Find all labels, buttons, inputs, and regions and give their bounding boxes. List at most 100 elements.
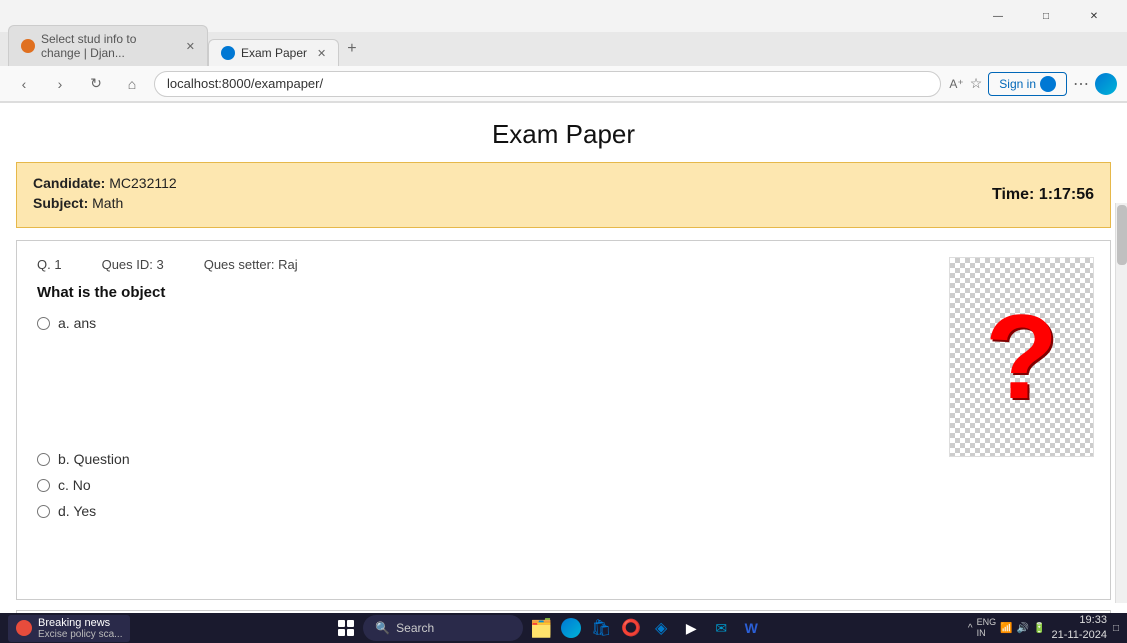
win-quad-3 — [338, 629, 345, 636]
maximize-button[interactable]: □ — [1023, 1, 1069, 31]
win-quad-4 — [347, 629, 354, 636]
notification-icon[interactable]: □ — [1113, 623, 1119, 634]
taskbar-search[interactable]: 🔍 Search — [363, 615, 523, 641]
tab-favicon-1 — [21, 39, 35, 53]
subject-label: Subject: — [33, 195, 88, 211]
refresh-button[interactable]: ↻ — [82, 70, 110, 98]
option-label-1-d: d. Yes — [58, 503, 96, 519]
vscode-icon: ◈ — [655, 618, 667, 638]
option-label-1-c: c. No — [58, 477, 91, 493]
tab-close-2[interactable]: ✕ — [317, 47, 326, 60]
new-tab-button[interactable]: + — [339, 34, 364, 64]
back-button[interactable]: ‹ — [10, 70, 38, 98]
terminal-icon: ▶ — [686, 620, 697, 637]
news-icon — [16, 620, 32, 636]
scrollbar-thumb[interactable] — [1117, 205, 1127, 265]
taskbar-app-word[interactable]: W — [737, 615, 765, 641]
option-1-b: b. Question — [37, 451, 1090, 467]
option-label-1-b: b. Question — [58, 451, 130, 467]
read-aloud-icon: A⁺ — [949, 77, 963, 91]
option-label-1-a: a. ans — [58, 315, 96, 331]
battery-icon[interactable]: 🔋 — [1033, 623, 1045, 634]
question-1: Q. 1 Ques ID: 3 Ques setter: Raj What is… — [16, 240, 1111, 600]
option-1-c: c. No — [37, 477, 1090, 493]
candidate-left: Candidate: MC232112 Subject: Math — [33, 175, 177, 215]
question-1-header: Q. 1 Ques ID: 3 Ques setter: Raj — [37, 257, 1090, 272]
candidate-line: Candidate: MC232112 — [33, 175, 177, 191]
minimize-button[interactable]: — — [975, 1, 1021, 31]
taskbar-app-terminal[interactable]: ▶ — [677, 615, 705, 641]
taskbar-left: Breaking news Excise policy sca... — [8, 615, 130, 642]
windows-icon — [338, 620, 354, 636]
taskbar-app-vscode[interactable]: ◈ — [647, 615, 675, 641]
candidate-value: MC232112 — [109, 175, 176, 191]
chrome-icon: ⭕ — [621, 618, 641, 638]
search-label: Search — [396, 621, 434, 635]
window-controls: — □ ✕ — [975, 1, 1117, 31]
close-button[interactable]: ✕ — [1071, 1, 1117, 31]
win-quad-1 — [338, 620, 345, 627]
home-button[interactable]: ⌂ — [118, 70, 146, 98]
tab-label-2: Exam Paper — [241, 46, 307, 60]
time-value: 1:17:56 — [1039, 186, 1094, 203]
taskbar-app-chrome[interactable]: ⭕ — [617, 615, 645, 641]
tab-bar: Select stud info to change | Djan... ✕ E… — [0, 32, 1127, 66]
taskbar-news[interactable]: Breaking news Excise policy sca... — [8, 615, 130, 642]
clock-time: 19:33 — [1052, 613, 1107, 628]
option-1-d: d. Yes — [37, 503, 1090, 519]
edge-icon — [1095, 73, 1117, 95]
sign-in-button[interactable]: Sign in — [988, 72, 1067, 96]
news-headline: Breaking news — [38, 617, 122, 629]
candidate-info-banner: Candidate: MC232112 Subject: Math Time: … — [16, 162, 1111, 228]
radio-1-d[interactable] — [37, 505, 50, 518]
option-1-a: a. ans — [37, 315, 1090, 331]
question-1-id: Ques ID: 3 — [102, 257, 164, 272]
time-display: Time: 1:17:56 — [992, 186, 1094, 204]
favorites-icon[interactable]: ☆ — [970, 75, 983, 92]
address-input[interactable] — [154, 71, 941, 97]
taskbar-app-store[interactable]: 🛍 — [587, 615, 615, 641]
system-clock[interactable]: 19:33 21-11-2024 — [1052, 613, 1107, 643]
question-1-setter: Ques setter: Raj — [204, 257, 298, 272]
radio-1-c[interactable] — [37, 479, 50, 492]
question-1-text: What is the object — [37, 284, 1090, 301]
word-icon: W — [745, 620, 758, 636]
radio-1-b[interactable] — [37, 453, 50, 466]
time-label: Time: — [992, 186, 1034, 203]
taskbar-app-mail[interactable]: ✉ — [707, 615, 735, 641]
tab-close-1[interactable]: ✕ — [186, 40, 195, 53]
taskbar: Breaking news Excise policy sca... 🔍 Sea… — [0, 613, 1127, 643]
start-button[interactable] — [333, 615, 359, 641]
mail-icon: ✉ — [715, 620, 727, 637]
clock-date: 21-11-2024 — [1052, 628, 1107, 643]
scrollbar[interactable] — [1115, 203, 1127, 603]
forward-button[interactable]: › — [46, 70, 74, 98]
taskbar-app-edge[interactable] — [557, 615, 585, 641]
system-icons: ^ ENGIN 📶 🔊 🔋 — [968, 617, 1046, 639]
page-title: Exam Paper — [0, 103, 1127, 162]
taskbar-right: ^ ENGIN 📶 🔊 🔋 19:33 21-11-2024 □ — [968, 613, 1119, 643]
question-1-number: Q. 1 — [37, 257, 62, 272]
volume-icon[interactable]: 🔊 — [1017, 623, 1029, 634]
news-text-block: Breaking news Excise policy sca... — [38, 617, 122, 640]
taskbar-app-explorer[interactable]: 🗂️ — [527, 615, 555, 641]
subject-value: Math — [92, 195, 123, 211]
tab-select-stud[interactable]: Select stud info to change | Djan... ✕ — [8, 25, 208, 66]
avatar-icon — [1040, 76, 1056, 92]
candidate-label: Candidate: — [33, 175, 105, 191]
search-icon: 🔍 — [375, 621, 390, 635]
radio-1-a[interactable] — [37, 317, 50, 330]
chevron-up-icon[interactable]: ^ — [968, 623, 973, 634]
subject-line: Subject: Math — [33, 195, 177, 211]
more-options-icon[interactable]: ⋯ — [1073, 74, 1089, 94]
wifi-icon[interactable]: 📶 — [1000, 623, 1012, 634]
tab-exam-paper[interactable]: Exam Paper ✕ — [208, 39, 339, 66]
page-content: Exam Paper Candidate: MC232112 Subject: … — [0, 103, 1127, 614]
address-right: A⁺ ☆ Sign in ⋯ — [949, 72, 1117, 96]
store-icon: 🛍 — [591, 618, 611, 638]
news-sub: Excise policy sca... — [38, 629, 122, 640]
taskbar-center: 🔍 Search 🗂️ 🛍 ⭕ ◈ ▶ ✉ — [333, 615, 765, 641]
lang-display: ENGIN — [977, 617, 997, 639]
tab-label-1: Select stud info to change | Djan... — [41, 32, 176, 60]
edge-taskbar-icon — [561, 618, 581, 638]
